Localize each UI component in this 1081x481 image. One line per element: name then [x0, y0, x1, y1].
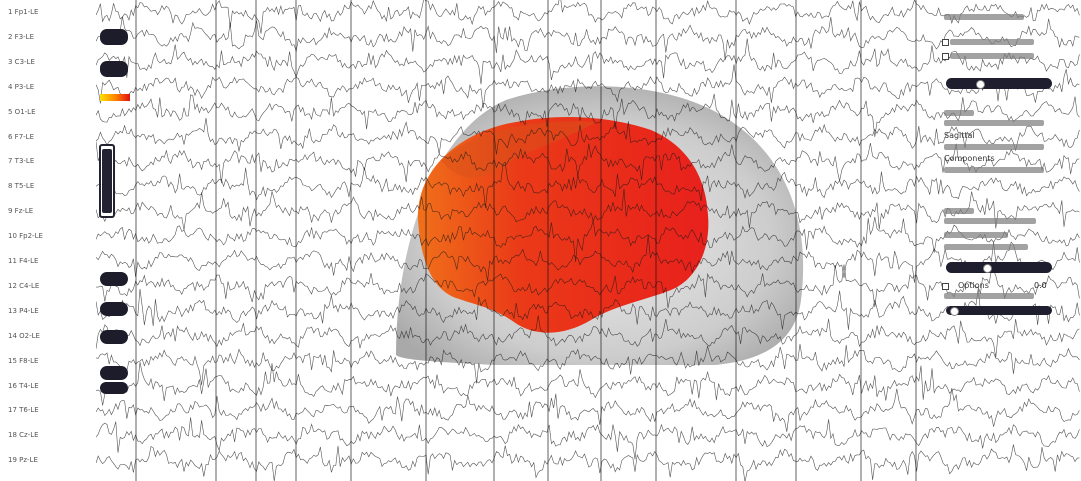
eeg-channel-trace [96, 387, 1080, 432]
channel-label: 8 T5-LE [8, 182, 35, 191]
panel-option-row [944, 167, 1044, 173]
channel-toggle-button[interactable] [100, 61, 128, 77]
color-scale-bar [100, 94, 130, 101]
channel-label-column: 1 Fp1-LE 2 F3-LE 3 C3-LE 4 P3-LE 5 O1-LE 6 F7… [0, 0, 96, 481]
sagittal-heading: Sagittal [944, 131, 975, 140]
bottom-slider[interactable] [946, 306, 1052, 316]
channel-label: 7 T3-LE [8, 157, 35, 166]
option-checkbox[interactable] [942, 53, 949, 60]
panel-option-row [944, 208, 974, 214]
channel-toggle-button[interactable] [100, 366, 128, 380]
vertical-scale-slider[interactable] [99, 144, 115, 218]
channel-label: 15 F8-LE [8, 356, 39, 365]
channel-label: 19 Pz-LE [8, 456, 38, 465]
option-checkbox[interactable] [942, 39, 949, 46]
channel-label: 2 F3-LE [8, 32, 35, 41]
channel-label: 18 Cz-LE [8, 431, 39, 440]
channel-label: 14 O2-LE [8, 331, 40, 340]
options-checkbox[interactable] [942, 283, 949, 290]
eeg-canvas [96, 0, 1080, 481]
channel-label: 1 Fp1-LE [8, 8, 39, 16]
panel-option-row [944, 144, 1044, 150]
slider-knob[interactable] [983, 264, 992, 273]
channel-label: 3 C3-LE [8, 57, 35, 66]
channel-toggle-button[interactable] [100, 29, 128, 45]
channel-label: 9 Fz-LE [8, 207, 34, 216]
eeg-channel-trace [96, 362, 1080, 406]
eeg-channel-trace [96, 417, 1080, 460]
panel-option-row [944, 293, 1034, 299]
channel-label: 10 Fp2-LE [8, 232, 43, 241]
eeg-channel-trace [96, 0, 1080, 34]
vertical-slider-fill [102, 149, 112, 213]
eeg-channel-trace [96, 16, 1080, 61]
panel-option-row [944, 120, 1044, 126]
components-heading: Components [944, 154, 995, 163]
eeg-channel-trace [96, 444, 1080, 481]
channel-label: 12 C4-LE [8, 281, 40, 290]
channel-label: 11 F4-LE [8, 257, 39, 265]
eeg-trace-area[interactable] [96, 0, 1081, 481]
channel-label: 16 T4-LE [8, 381, 39, 390]
options-label: Options [958, 281, 989, 290]
channel-toggle-button[interactable] [100, 382, 128, 394]
panel-option-row [950, 39, 1034, 45]
slider-knob[interactable] [950, 307, 959, 316]
panel-option-row [950, 53, 1034, 59]
source-view-control-panel: Sagittal Components Options 0.0 [938, 0, 1081, 481]
channel-toggle-button[interactable] [100, 302, 128, 316]
channel-label: 13 P4-LE [8, 306, 39, 315]
channel-toggle-button[interactable] [100, 272, 128, 286]
panel-option-row [944, 14, 1024, 20]
middle-slider[interactable] [946, 262, 1052, 273]
channel-label: 4 P3-LE [8, 82, 35, 91]
channel-label: 6 F7-LE [8, 132, 35, 141]
panel-option-row [944, 218, 1036, 224]
panel-option-row [944, 232, 1008, 238]
panel-option-row [944, 110, 974, 116]
channel-label: 5 O1-LE [8, 107, 36, 116]
channel-label: 17 T6-LE [8, 406, 39, 415]
top-slider[interactable] [946, 78, 1052, 89]
panel-option-row [944, 244, 1028, 250]
slider-knob[interactable] [976, 80, 985, 89]
channel-toggle-button[interactable] [100, 330, 128, 344]
value-readout: 0.0 [1034, 281, 1047, 290]
